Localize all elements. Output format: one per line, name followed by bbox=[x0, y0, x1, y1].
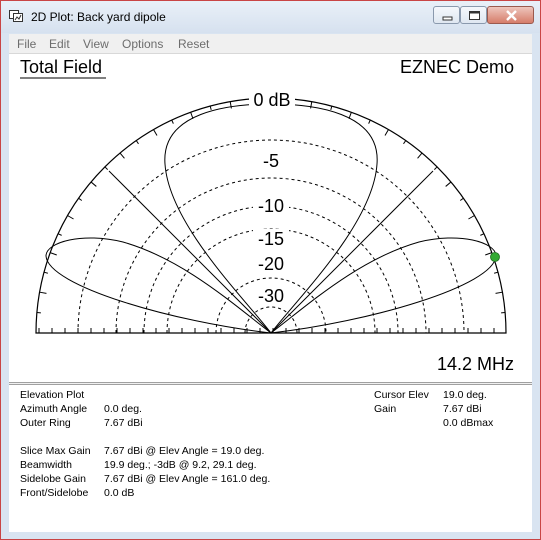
app-icon[interactable] bbox=[9, 10, 23, 22]
outer-tick bbox=[433, 166, 438, 171]
menu-options[interactable]: Options bbox=[122, 37, 163, 51]
outer-tick bbox=[50, 252, 57, 256]
outer-tick bbox=[43, 271, 49, 274]
menu-edit[interactable]: Edit bbox=[49, 37, 70, 51]
outer-ring-label: Outer Ring bbox=[20, 417, 71, 429]
dbmax-value: 0.0 dBmax bbox=[443, 417, 494, 429]
cursor-elev-value: 19.0 deg. bbox=[443, 389, 487, 401]
outer-tick bbox=[229, 101, 232, 109]
close-icon bbox=[506, 10, 517, 21]
outer-tick bbox=[104, 166, 109, 171]
outer-tick bbox=[135, 140, 139, 145]
beamwidth-value: 19.9 deg.; -3dB @ 9.2, 29.1 deg. bbox=[104, 459, 257, 471]
outer-tick bbox=[171, 119, 174, 124]
ring-label-15: -15 bbox=[258, 229, 284, 249]
menu-file[interactable]: File bbox=[17, 37, 36, 51]
plot-window: 2D Plot: Back yard dipole File Edit View… bbox=[0, 0, 541, 540]
cursor-elev-label: Cursor Elev bbox=[374, 389, 429, 401]
outer-tick bbox=[90, 181, 97, 187]
outer-tick bbox=[153, 129, 158, 136]
close-button[interactable] bbox=[487, 6, 534, 24]
outer-tick bbox=[445, 181, 452, 187]
slice-max-gain-value: 7.67 dBi @ Elev Angle = 19.0 deg. bbox=[104, 445, 265, 457]
outer-tick bbox=[78, 197, 83, 201]
polar-plot[interactable]: 0 dB -5 -10 -15 -20 -30 Total Field EZNE… bbox=[9, 54, 532, 382]
azimuth-angle-label: Azimuth Angle bbox=[20, 403, 88, 415]
minimize-icon bbox=[442, 16, 453, 21]
outer-tick bbox=[330, 105, 333, 111]
ring-label-20: -20 bbox=[258, 254, 284, 274]
outer-tick bbox=[209, 105, 212, 111]
ring-label-5: -5 bbox=[263, 151, 279, 171]
plot-heading: Total Field bbox=[20, 57, 102, 77]
outer-tick bbox=[57, 233, 62, 236]
menu-reset[interactable]: Reset bbox=[178, 37, 209, 51]
maximize-icon bbox=[469, 11, 480, 20]
front-sidelobe-value: 0.0 dB bbox=[104, 487, 135, 499]
title-bar[interactable]: 2D Plot: Back yard dipole bbox=[1, 1, 540, 33]
info-panel: Elevation Plot Azimuth Angle 0.0 deg. Ou… bbox=[9, 385, 532, 532]
outer-tick bbox=[368, 119, 371, 124]
outer-tick bbox=[417, 152, 423, 159]
gain-label: Gain bbox=[374, 403, 397, 415]
front-sidelobe-label: Front/Sidelobe bbox=[20, 487, 89, 499]
plot-type: Elevation Plot bbox=[20, 389, 85, 401]
outer-ring-value: 7.67 dBi bbox=[104, 417, 143, 429]
outer-tick bbox=[480, 233, 485, 236]
sidelobe-gain-value: 7.67 dBi @ Elev Angle = 161.0 deg. bbox=[104, 473, 271, 485]
menu-view[interactable]: View bbox=[83, 37, 109, 51]
radial-30-right bbox=[270, 170, 434, 334]
window-title: 2D Plot: Back yard dipole bbox=[31, 10, 166, 24]
plot-area[interactable]: 0 dB -5 -10 -15 -20 -30 Total Field EZNE… bbox=[9, 54, 532, 382]
ring-label-0db: 0 dB bbox=[253, 90, 290, 110]
outer-tick bbox=[495, 291, 503, 294]
slice-max-gain-label: Slice Max Gain bbox=[20, 445, 91, 457]
outer-tick bbox=[67, 215, 74, 220]
ring-label-30: -30 bbox=[258, 286, 284, 306]
sidelobe-gain-label: Sidelobe Gain bbox=[20, 473, 86, 485]
outer-tick bbox=[493, 271, 499, 274]
beamwidth-label: Beamwidth bbox=[20, 459, 72, 471]
outer-tick bbox=[39, 291, 47, 294]
outer-tick bbox=[119, 152, 125, 159]
outer-tick bbox=[459, 197, 464, 201]
ring-label-10: -10 bbox=[258, 196, 284, 216]
outer-tick bbox=[468, 215, 475, 220]
radial-30-left bbox=[108, 170, 272, 334]
cursor-marker bbox=[490, 252, 500, 262]
maximize-button[interactable] bbox=[460, 6, 487, 24]
brand-label: EZNEC Demo bbox=[400, 57, 514, 77]
gain-value: 7.67 dBi bbox=[443, 403, 482, 415]
outer-tick bbox=[403, 140, 407, 145]
minimize-button[interactable] bbox=[433, 6, 460, 24]
menu-bar: File Edit View Options Reset bbox=[9, 34, 532, 54]
outer-tick bbox=[310, 101, 313, 109]
pattern-right-lobe bbox=[270, 237, 497, 334]
pattern-left-lobe bbox=[45, 237, 272, 334]
outer-tick bbox=[384, 129, 389, 136]
azimuth-angle-value: 0.0 deg. bbox=[104, 403, 142, 415]
frequency-label: 14.2 MHz bbox=[437, 354, 514, 374]
